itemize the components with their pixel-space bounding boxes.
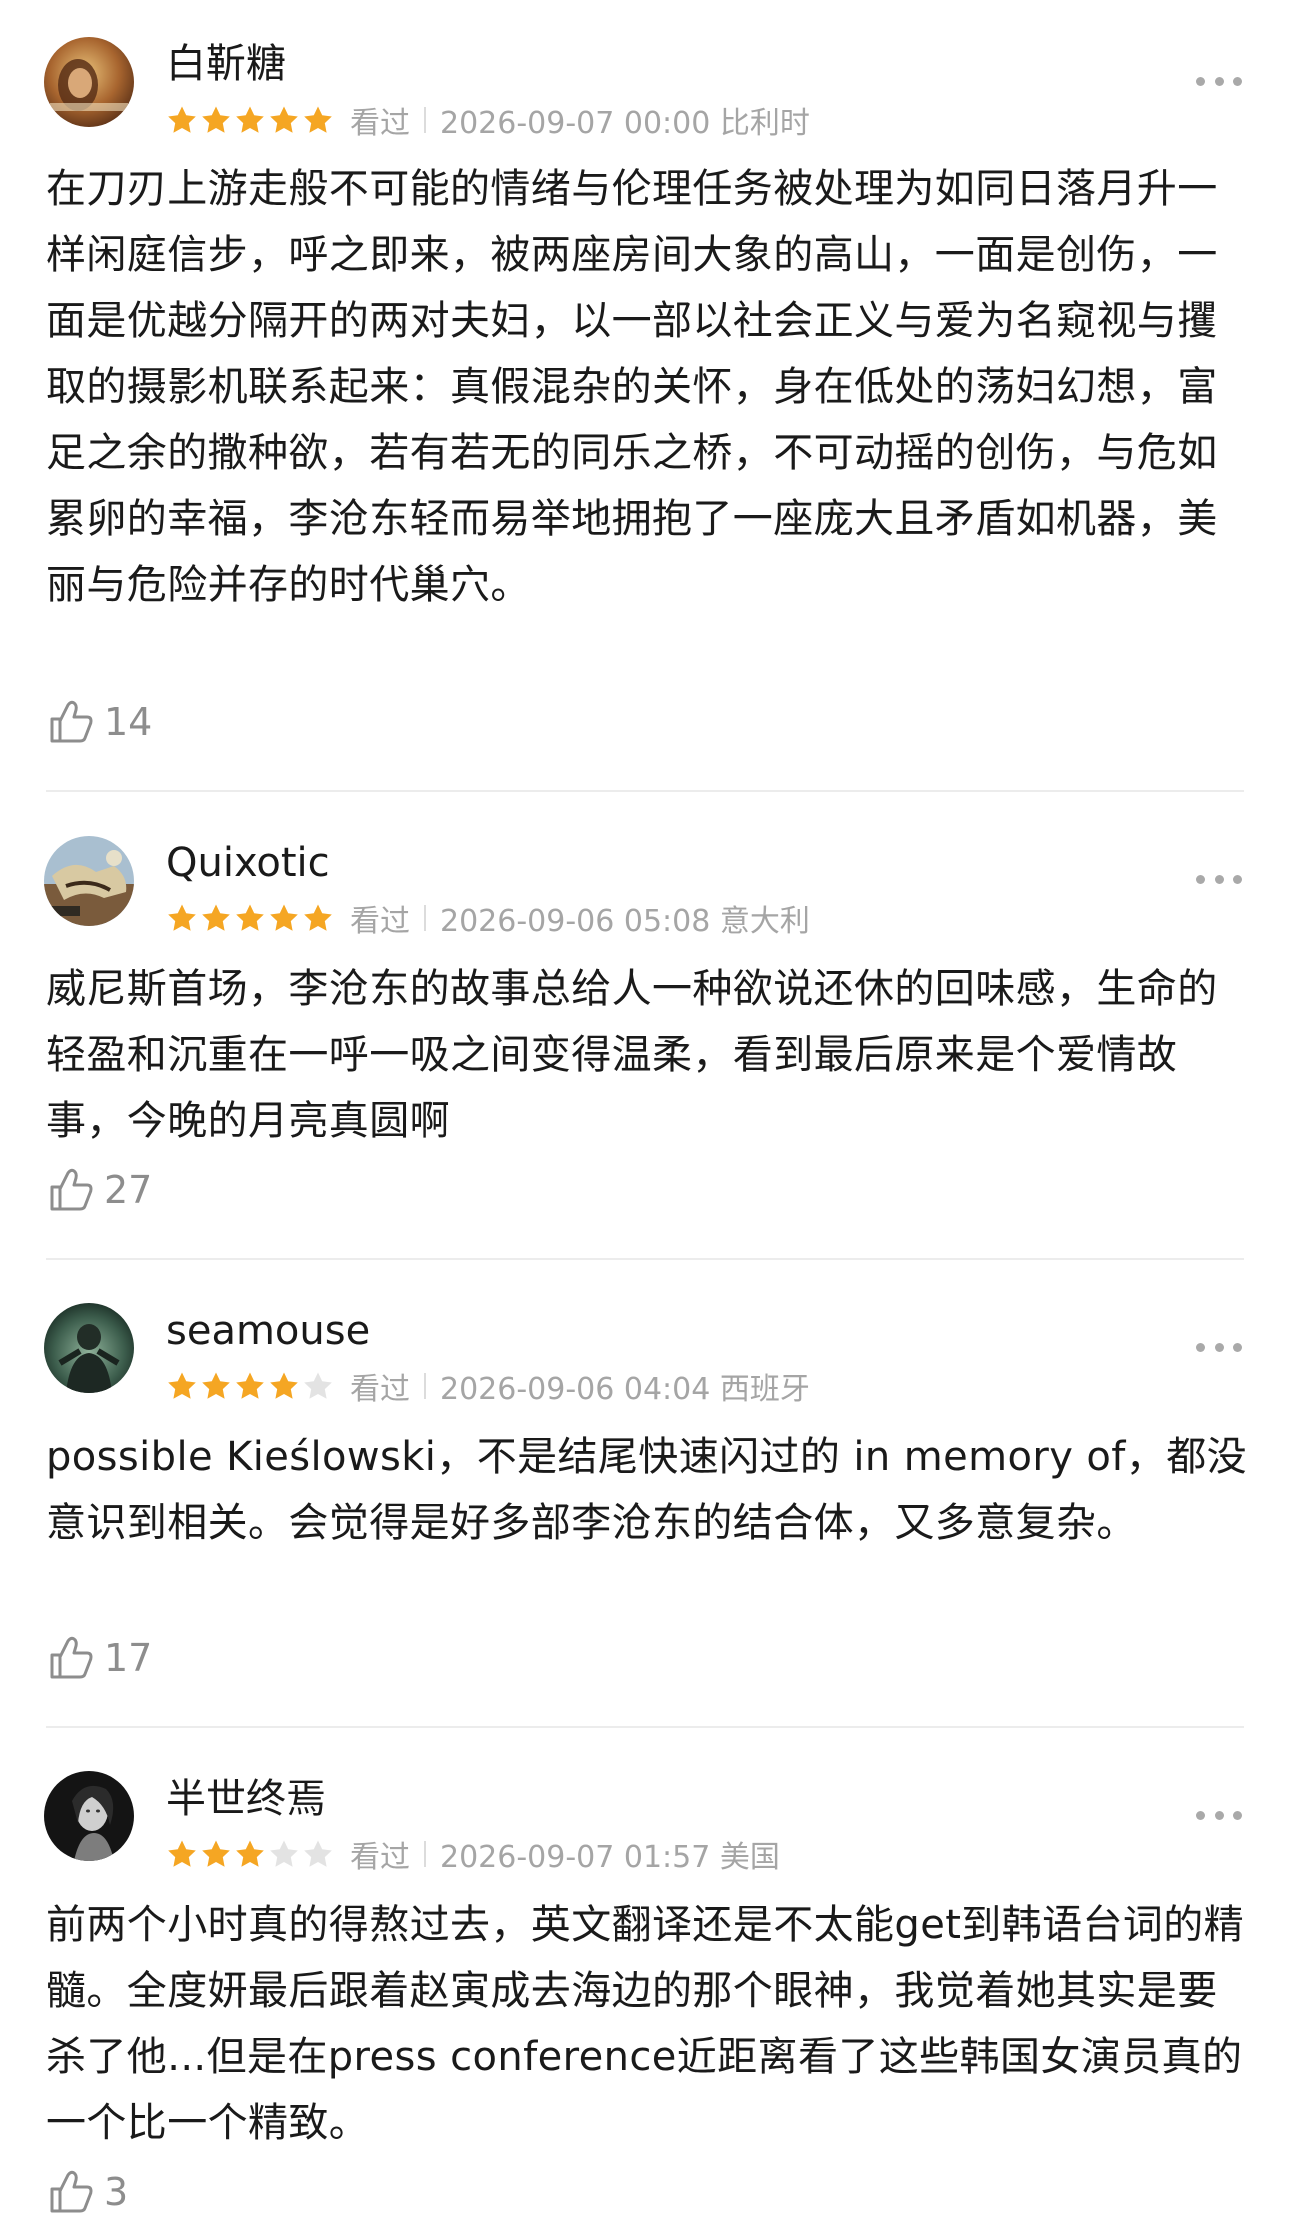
star-filled-icon xyxy=(270,1372,298,1399)
review-meta: 看过 2026-09-07 01:57 美国 xyxy=(166,1834,780,1875)
avatar[interactable] xyxy=(44,1771,134,1861)
star-filled-icon xyxy=(236,1372,264,1399)
watch-status: 看过 xyxy=(350,1372,410,1407)
star-filled-icon xyxy=(168,1840,196,1867)
star-empty-icon xyxy=(304,1372,332,1399)
star-filled-icon xyxy=(202,1840,230,1867)
rating-stars xyxy=(166,1838,336,1870)
avatar-painting-icon xyxy=(44,836,134,926)
watch-status: 看过 xyxy=(350,904,410,939)
avatar[interactable] xyxy=(44,836,134,926)
like-button[interactable]: 14 xyxy=(46,694,152,750)
watch-status: 看过 xyxy=(350,1840,410,1875)
like-button[interactable]: 17 xyxy=(46,1630,152,1686)
like-count: 14 xyxy=(104,700,153,744)
star-empty-icon xyxy=(304,1840,332,1867)
like-count: 17 xyxy=(104,1636,153,1680)
divider xyxy=(46,1726,1244,1728)
username[interactable]: seamouse xyxy=(166,1307,370,1355)
username[interactable]: 半世终焉 xyxy=(166,1775,326,1823)
star-filled-icon xyxy=(236,106,264,133)
more-icon[interactable] xyxy=(1196,1341,1242,1353)
meta-divider xyxy=(424,1373,426,1399)
review-meta: 看过 2026-09-06 05:08 意大利 xyxy=(166,898,810,939)
rating-stars xyxy=(166,1370,336,1402)
avatar[interactable] xyxy=(44,1303,134,1393)
rating-stars xyxy=(166,902,336,934)
review-date: 2026-09-07 00:00 比利时 xyxy=(440,106,810,141)
like-count: 3 xyxy=(104,2170,129,2214)
thumbs-up-icon xyxy=(46,697,96,747)
avatar-figure-icon xyxy=(44,1303,134,1393)
username[interactable]: Quixotic xyxy=(166,839,330,887)
thumbs-up-icon xyxy=(46,1165,96,1215)
star-filled-icon xyxy=(236,904,264,931)
star-filled-icon xyxy=(236,1840,264,1867)
like-count: 27 xyxy=(104,1168,153,1212)
thumbs-up-icon xyxy=(46,1633,96,1683)
avatar[interactable] xyxy=(44,37,134,127)
meta-divider xyxy=(424,1841,426,1867)
review-date: 2026-09-06 04:04 西班牙 xyxy=(440,1372,810,1407)
rating-stars xyxy=(166,104,336,136)
star-filled-icon xyxy=(202,1372,230,1399)
star-filled-icon xyxy=(168,904,196,931)
star-filled-icon xyxy=(304,106,332,133)
review-date: 2026-09-06 05:08 意大利 xyxy=(440,904,810,939)
review-meta: 看过 2026-09-06 04:04 西班牙 xyxy=(166,1366,810,1407)
avatar-portrait-icon xyxy=(44,37,134,127)
avatar-bw-portrait-icon xyxy=(44,1771,134,1861)
star-filled-icon xyxy=(168,1372,196,1399)
meta-divider xyxy=(424,905,426,931)
divider xyxy=(46,1258,1244,1260)
divider xyxy=(46,790,1244,792)
review-date: 2026-09-07 01:57 美国 xyxy=(440,1840,780,1875)
like-button[interactable]: 27 xyxy=(46,1162,152,1218)
star-empty-icon xyxy=(270,1840,298,1867)
review-content: possible Kieślowski，不是结尾快速闪过的 in memory … xyxy=(46,1434,1247,1546)
like-button[interactable]: 3 xyxy=(46,2164,128,2220)
username[interactable]: 白靳糖 xyxy=(166,40,286,88)
star-filled-icon xyxy=(304,904,332,931)
more-icon[interactable] xyxy=(1196,873,1242,885)
review-content: 前两个小时真的得熬过去，英文翻译还是不太能get到韩语台词的精髓。全度妍最后跟着… xyxy=(46,1902,1245,2146)
star-filled-icon xyxy=(202,904,230,931)
watch-status: 看过 xyxy=(350,106,410,141)
review-meta: 看过 2026-09-07 00:00 比利时 xyxy=(166,100,810,141)
thumbs-up-icon xyxy=(46,2167,96,2217)
star-filled-icon xyxy=(168,106,196,133)
star-filled-icon xyxy=(270,106,298,133)
star-filled-icon xyxy=(270,904,298,931)
more-icon[interactable] xyxy=(1196,1809,1242,1821)
review-content: 在刀刃上游走般不可能的情绪与伦理任务被处理为如同日落月升一样闲庭信步，呼之即来，… xyxy=(46,166,1218,608)
meta-divider xyxy=(424,107,426,133)
review-content: 威尼斯首场，李沧东的故事总给人一种欲说还休的回味感，生命的轻盈和沉重在一呼一吸之… xyxy=(46,966,1218,1144)
star-filled-icon xyxy=(202,106,230,133)
more-icon[interactable] xyxy=(1196,75,1242,87)
